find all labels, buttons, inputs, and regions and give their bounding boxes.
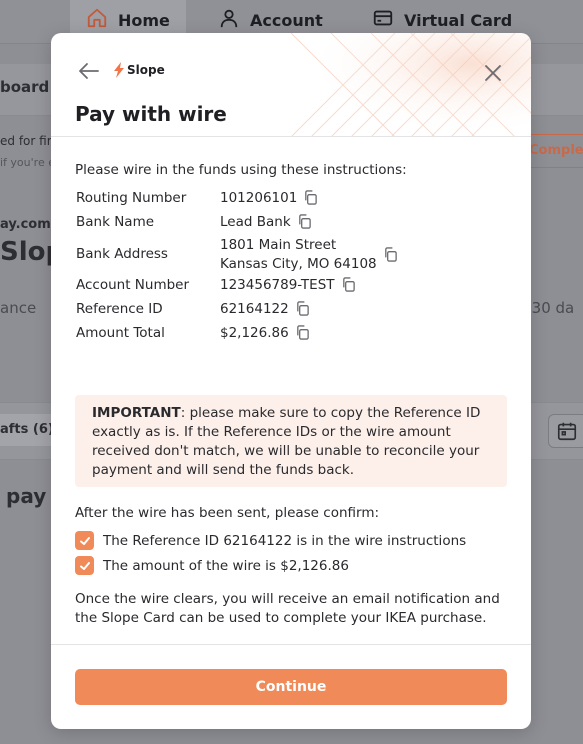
user-icon <box>218 7 240 33</box>
bank-address-value: 1801 Main Street Kansas City, MO 64108 <box>220 236 377 274</box>
arrow-left-icon <box>79 63 99 79</box>
bg-notice-line1: ed for fir <box>0 134 52 148</box>
detail-label: Account Number <box>76 277 190 293</box>
amount-total-value: $2,126.86 <box>220 325 289 341</box>
copy-icon[interactable] <box>295 325 310 341</box>
copy-icon[interactable] <box>383 247 398 263</box>
detail-value-group: 1801 Main Street Kansas City, MO 64108 <box>220 236 398 274</box>
slope-logo: Slope <box>113 62 165 78</box>
bg-dashboard-label: board <box>0 78 50 96</box>
modal-footer: Continue <box>51 644 531 729</box>
close-icon <box>485 65 501 81</box>
copy-icon[interactable] <box>297 214 312 230</box>
account-number-value: 123456789-TEST <box>220 277 335 293</box>
check-label: The amount of the wire is $2,126.86 <box>103 557 349 574</box>
important-label: IMPORTANT <box>92 405 181 421</box>
confirm-title: After the wire has been sent, please con… <box>75 505 380 521</box>
detail-label: Bank Address <box>76 246 168 262</box>
bg-balance-label: ance <box>0 299 37 317</box>
detail-value-group: Lead Bank <box>220 214 312 230</box>
nav-home-label: Home <box>118 10 170 30</box>
reference-id-value: 62164122 <box>220 301 289 317</box>
detail-value-group: 101206101 <box>220 190 318 206</box>
pay-with-wire-modal: Slope Pay with wire Please wire in the f… <box>51 33 531 729</box>
address-line1: 1801 Main Street <box>220 237 337 253</box>
address-line2: Kansas City, MO 64108 <box>220 256 377 272</box>
card-icon <box>372 7 394 33</box>
bg-notice-line2: if you're e <box>0 156 55 169</box>
detail-value-group: $2,126.86 <box>220 325 310 341</box>
detail-label: Amount Total <box>76 325 165 341</box>
bank-name-value: Lead Bank <box>220 214 291 230</box>
bg-tab-drafts[interactable]: afts (6) <box>0 414 58 446</box>
continue-button[interactable]: Continue <box>75 669 507 705</box>
modal-header: Slope Pay with wire <box>51 33 531 137</box>
routing-number-value: 101206101 <box>220 190 298 206</box>
instructions-intro: Please wire in the funds using these ins… <box>75 162 407 178</box>
back-button[interactable] <box>77 60 101 82</box>
detail-label: Routing Number <box>76 190 187 206</box>
checkbox-checked[interactable] <box>75 556 94 575</box>
lightning-icon <box>114 62 124 78</box>
check-icon <box>79 561 90 570</box>
close-button[interactable] <box>483 63 503 83</box>
bg-calendar-button[interactable] <box>548 414 583 448</box>
calendar-icon <box>557 422 577 441</box>
logo-text: Slope <box>127 63 165 77</box>
check-label: The Reference ID 62164122 is in the wire… <box>103 532 467 549</box>
confirm-check-amount[interactable]: The amount of the wire is $2,126.86 <box>75 556 349 575</box>
detail-value-group: 123456789-TEST <box>220 277 356 293</box>
detail-row-bank-address: Bank Address 1801 Main Street Kansas Cit… <box>75 236 507 276</box>
detail-label: Reference ID <box>76 301 163 317</box>
home-icon <box>86 7 108 33</box>
copy-icon[interactable] <box>341 277 356 293</box>
bg-email: ay.com <box>0 217 51 232</box>
detail-value-group: 62164122 <box>220 301 310 317</box>
copy-icon[interactable] <box>295 301 310 317</box>
important-notice: IMPORTANT: please make sure to copy the … <box>75 395 507 487</box>
confirm-check-reference[interactable]: The Reference ID 62164122 is in the wire… <box>75 531 466 550</box>
nav-account-label: Account <box>250 10 323 30</box>
bg-pay-heading: pay <box>6 484 47 508</box>
checkbox-checked[interactable] <box>75 531 94 550</box>
detail-label: Bank Name <box>76 214 155 230</box>
modal-title: Pay with wire <box>75 102 227 126</box>
header-pattern <box>291 33 531 136</box>
copy-icon[interactable] <box>303 190 318 206</box>
nav-virtual-card-label: Virtual Card <box>404 10 513 30</box>
check-icon <box>79 536 90 545</box>
completion-note: Once the wire clears, you will receive a… <box>75 591 500 626</box>
